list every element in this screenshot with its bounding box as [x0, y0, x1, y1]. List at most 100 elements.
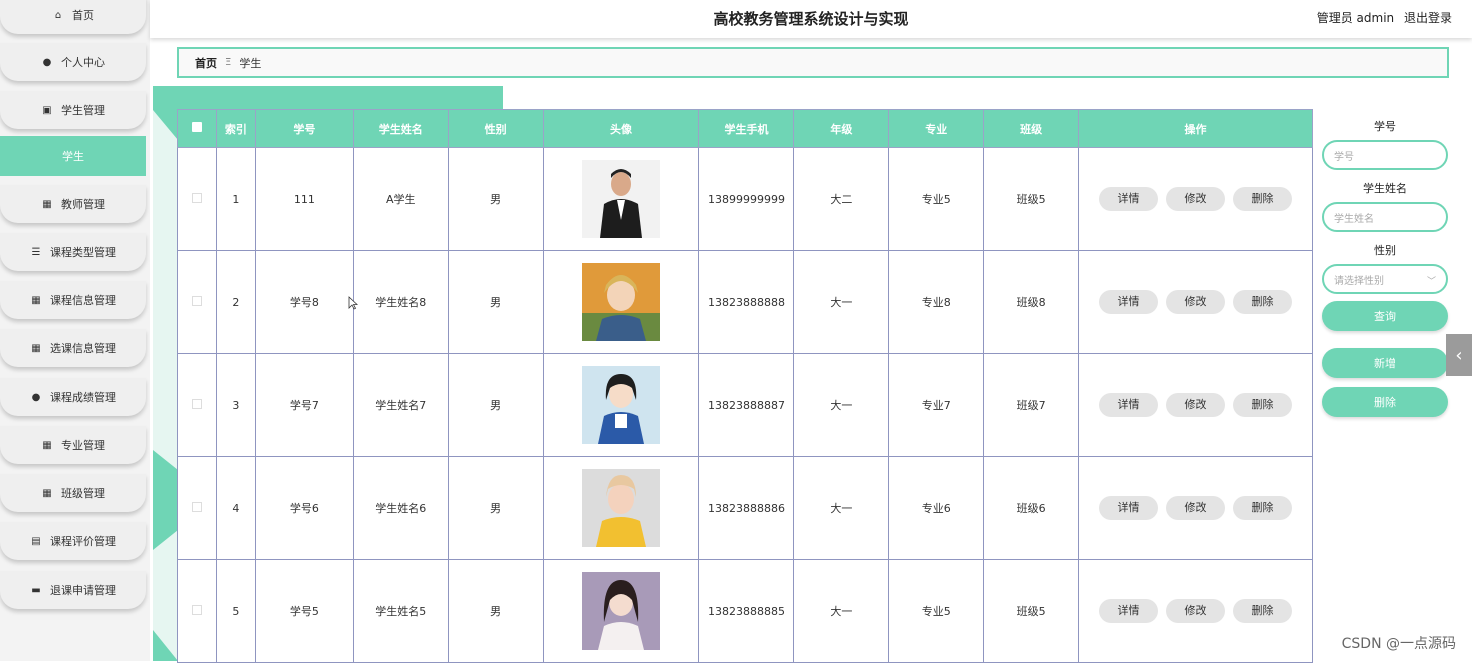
- col-header-name: 学生姓名: [352, 109, 449, 148]
- detail-button[interactable]: 详情: [1099, 393, 1159, 417]
- row-checkbox[interactable]: [191, 604, 202, 615]
- cell-gender: 男: [447, 250, 544, 354]
- cell-class: 班级6: [983, 456, 1080, 560]
- edit-button[interactable]: 修改: [1166, 599, 1226, 623]
- grid-icon: ▦: [42, 198, 52, 210]
- col-header-class: 班级: [983, 109, 1080, 148]
- row-checkbox[interactable]: [191, 398, 202, 409]
- sidebar-item-teacher-management[interactable]: ▦ 教师管理: [0, 185, 146, 223]
- avatar: [582, 366, 661, 444]
- cell-index: 5: [215, 559, 256, 663]
- search-id-input[interactable]: 学号: [1322, 140, 1448, 170]
- chevron-down-icon: ﹀: [1426, 277, 1436, 287]
- cell-id: 学号6: [254, 456, 354, 560]
- detail-button[interactable]: 详情: [1099, 496, 1159, 520]
- delete-button[interactable]: 删除: [1233, 187, 1293, 211]
- cell-gender: 男: [447, 147, 544, 251]
- edit-button[interactable]: 修改: [1166, 187, 1226, 211]
- cell-major: 专业7: [888, 353, 985, 457]
- cell-grade: 大二: [793, 147, 890, 251]
- detail-button[interactable]: 详情: [1099, 187, 1159, 211]
- sidebar-item-course-type[interactable]: ☰ 课程类型管理: [0, 233, 146, 271]
- gender-select[interactable]: 请选择性别 ﹀: [1322, 264, 1448, 294]
- table-row: 3 学号7 学生姓名7 男 13823888887 大一 专业7 班级7 详情修…: [177, 353, 1313, 457]
- delete-button[interactable]: 删除: [1233, 290, 1293, 314]
- cell-phone: 13823888887: [698, 353, 795, 457]
- breadcrumb: 首页 Ξ 学生: [177, 47, 1449, 78]
- detail-button[interactable]: 详情: [1099, 290, 1159, 314]
- sidebar-item-class[interactable]: ▦ 班级管理: [0, 474, 146, 512]
- list-icon: ☰: [31, 246, 41, 258]
- col-header-actions: 操作: [1078, 109, 1313, 148]
- edit-button[interactable]: 修改: [1166, 496, 1226, 520]
- cell-class: 班级5: [983, 147, 1080, 251]
- col-header-phone: 学生手机: [698, 109, 795, 148]
- cell-class: 班级8: [983, 250, 1080, 354]
- breadcrumb-separator: Ξ: [225, 57, 232, 68]
- table-row: 1 111 A学生 男 13899999999 大二 专业5 班级5 详情 修改删…: [177, 147, 1313, 251]
- cell-index: 1: [215, 147, 256, 251]
- cell-gender: 男: [447, 559, 544, 663]
- batch-delete-button[interactable]: 删除: [1322, 387, 1448, 417]
- cell-gender: 男: [447, 353, 544, 457]
- sidebar-item-course-info[interactable]: ▦ 课程信息管理: [0, 281, 146, 319]
- watermark: CSDN @一点源码: [1341, 636, 1456, 652]
- row-checkbox[interactable]: [191, 192, 202, 203]
- grid-icon: ▦: [42, 439, 52, 451]
- sidebar-item-student-management[interactable]: ▣ 学生管理: [0, 91, 146, 129]
- add-button[interactable]: 新增: [1322, 348, 1448, 378]
- cell-phone: 13823888886: [698, 456, 795, 560]
- search-name-input[interactable]: 学生姓名: [1322, 202, 1448, 232]
- briefcase-icon: ▬: [31, 584, 41, 596]
- cell-index: 3: [215, 353, 256, 457]
- grid-icon: ▦: [31, 294, 41, 306]
- cell-major: 专业5: [888, 147, 985, 251]
- col-header-grade: 年级: [793, 109, 890, 148]
- cell-major: 专业8: [888, 250, 985, 354]
- cell-id: 111: [254, 147, 354, 251]
- breadcrumb-home[interactable]: 首页: [195, 55, 217, 71]
- delete-button[interactable]: 删除: [1233, 599, 1293, 623]
- sidebar-item-course-selection[interactable]: ▦ 选课信息管理: [0, 329, 146, 367]
- cell-name: 学生姓名5: [352, 559, 449, 663]
- collapse-panel-button[interactable]: ‹: [1446, 334, 1472, 376]
- delete-button[interactable]: 删除: [1233, 393, 1293, 417]
- table-row: 5 学号5 学生姓名5 男 13823888885 大一 专业5 班级5 详情修…: [177, 559, 1313, 663]
- logout-link[interactable]: 退出登录: [1404, 11, 1452, 25]
- sidebar-item-profile[interactable]: ● 个人中心: [0, 43, 146, 81]
- cell-phone: 13823888888: [698, 250, 795, 354]
- sidebar-item-major[interactable]: ▦ 专业管理: [0, 426, 146, 464]
- avatar: [582, 469, 661, 547]
- edit-button[interactable]: 修改: [1166, 290, 1226, 314]
- user-area: 管理员 admin 退出登录: [1311, 9, 1452, 26]
- cell-major: 专业5: [888, 559, 985, 663]
- cell-name: 学生姓名8: [352, 250, 449, 354]
- clipboard-icon: ▣: [42, 104, 52, 116]
- cell-gender: 男: [447, 456, 544, 560]
- cell-phone: 13823888885: [698, 559, 795, 663]
- cell-name: A学生: [352, 147, 449, 251]
- cell-grade: 大一: [793, 250, 890, 354]
- sidebar-item-withdraw-request[interactable]: ▬ 退课申请管理: [0, 571, 146, 609]
- row-checkbox[interactable]: [191, 501, 202, 512]
- row-checkbox[interactable]: [191, 295, 202, 306]
- sidebar-item-course-evaluation[interactable]: ▤ 课程评价管理: [0, 522, 146, 560]
- user-icon: ●: [42, 56, 52, 68]
- detail-button[interactable]: 详情: [1099, 599, 1159, 623]
- page-title: 高校教务管理系统设计与实现: [713, 10, 909, 28]
- select-all-checkbox[interactable]: [191, 122, 202, 132]
- edit-button[interactable]: 修改: [1166, 393, 1226, 417]
- table-header-row: 索引 学号 学生姓名 性别 头像 学生手机 年级 专业 班级 操作: [177, 109, 1313, 148]
- cell-grade: 大一: [793, 559, 890, 663]
- search-gender-label: 性别: [1374, 244, 1396, 257]
- cell-major: 专业6: [888, 456, 985, 560]
- query-button[interactable]: 查询: [1322, 301, 1448, 331]
- sidebar-item-student[interactable]: 学生: [0, 136, 146, 176]
- decorative-shapes: [153, 110, 178, 661]
- sidebar-item-course-grades[interactable]: ● 课程成绩管理: [0, 378, 146, 416]
- select-all-cell: [177, 109, 217, 148]
- table-row: 4 学号6 学生姓名6 男 13823888886 大一 专业6 班级6 详情修…: [177, 456, 1313, 560]
- sidebar-item-home[interactable]: ⌂ 首页: [0, 0, 146, 34]
- delete-button[interactable]: 删除: [1233, 496, 1293, 520]
- col-header-gender: 性别: [447, 109, 544, 148]
